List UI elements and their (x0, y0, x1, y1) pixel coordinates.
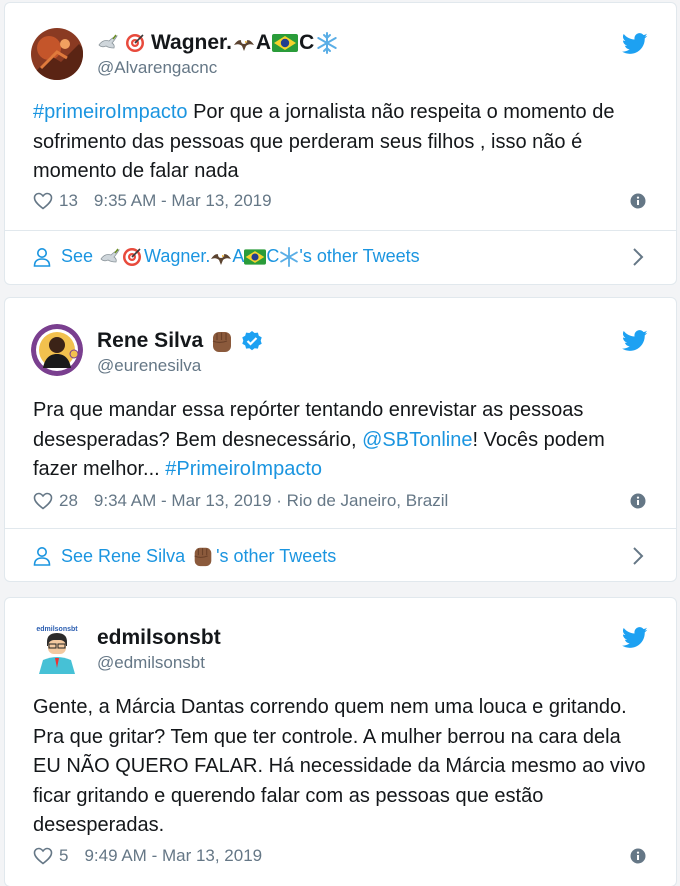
brazil-flag-icon (272, 34, 299, 52)
avatar[interactable]: edmilsonsbt (31, 622, 83, 674)
see-other-tweets-link[interactable]: See Wagner. A C 's other Tweets (33, 246, 652, 267)
tweet-card[interactable]: edmilsonsbt edmilsonsbt @edmilsonsbt Gen… (4, 597, 677, 886)
verified-badge-icon (242, 331, 262, 351)
heart-icon[interactable] (33, 492, 53, 510)
heart-icon[interactable] (33, 847, 53, 865)
avatar[interactable] (31, 324, 83, 376)
snowflake-icon (317, 32, 337, 54)
chevron-right-icon[interactable] (632, 546, 644, 566)
divider (5, 230, 676, 231)
divider (5, 528, 676, 529)
see-name-letter-a: A (232, 246, 245, 266)
tweet-text: #primeiroImpacto Por que a jornalista nã… (33, 98, 652, 187)
eagle-icon (233, 38, 254, 51)
chevron-right-icon[interactable] (632, 247, 644, 267)
heart-icon[interactable] (33, 192, 53, 210)
info-icon[interactable] (630, 193, 646, 209)
see-emoji-group (99, 247, 142, 267)
user-handle[interactable]: @edmilsonsbt (97, 653, 205, 673)
user-handle[interactable]: @eurenesilva (97, 356, 201, 376)
see-other-tweets-link[interactable]: See Rene Silva 's other Tweets (33, 544, 652, 568)
display-name: Rene Silva (97, 329, 204, 352)
tweet-card[interactable]: Rene Silva @eurenesilva Pra que mandar e… (4, 297, 677, 582)
hashtag-link[interactable]: #primeiroImpacto (33, 101, 188, 123)
display-name-text: Wagner. (151, 31, 232, 54)
mention-link[interactable]: @SBTonline (362, 429, 472, 451)
brazil-flag-icon (244, 248, 267, 265)
user-handle[interactable]: @Alvarengacnc (97, 58, 217, 78)
display-name: edmilsonsbt (97, 626, 221, 649)
svg-text:edmilsonsbt: edmilsonsbt (36, 626, 78, 633)
tweet-text: Pra que mandar essa repórter tentando en… (33, 396, 652, 485)
tweet-feed: Wagner. A C @Alvarengacnc #primeiroImpac… (0, 0, 680, 886)
info-icon[interactable] (630, 848, 646, 864)
target-icon (123, 247, 142, 266)
dove-icon (100, 248, 120, 262)
see-suffix: 's other Tweets (299, 246, 420, 266)
dove-icon (98, 34, 118, 49)
timestamp[interactable]: 9:49 AM - Mar 13, 2019 (84, 846, 262, 866)
see-suffix: 's other Tweets (216, 545, 337, 566)
raised-fist-icon (212, 332, 232, 352)
display-name-letter-a: A (255, 31, 272, 54)
eagle-icon (211, 251, 232, 265)
twitter-bird-icon[interactable] (622, 330, 648, 352)
see-name-letter-c: C (266, 246, 280, 266)
see-name-main: Wagner. (144, 246, 211, 266)
twitter-bird-icon[interactable] (622, 627, 648, 649)
like-count[interactable]: 5 (59, 846, 68, 866)
display-name-row[interactable]: Wagner. A C (97, 31, 338, 55)
timestamp[interactable]: 9:35 AM - Mar 13, 2019 (94, 191, 272, 211)
like-count[interactable]: 28 (59, 491, 78, 511)
avatar[interactable] (31, 28, 83, 80)
target-icon (126, 34, 144, 52)
person-icon (33, 547, 51, 566)
like-count[interactable]: 13 (59, 191, 78, 211)
raised-fist-icon (194, 547, 212, 567)
info-icon[interactable] (630, 493, 646, 509)
display-name-row[interactable]: edmilsonsbt (97, 626, 221, 650)
see-prefix: See (61, 246, 94, 266)
display-name: Wagner. A C (151, 31, 338, 55)
tweet-meta: 5 9:49 AM - Mar 13, 2019 (33, 846, 652, 866)
person-icon (33, 247, 51, 267)
hashtag-link[interactable]: #PrimeiroImpacto (165, 458, 322, 480)
timestamp[interactable]: 9:34 AM - Mar 13, 2019 · Rio de Janeiro,… (94, 491, 448, 511)
tweet-meta: 28 9:34 AM - Mar 13, 2019 · Rio de Janei… (33, 491, 652, 511)
display-name-row[interactable]: Rene Silva (97, 328, 263, 354)
snowflake-icon (280, 246, 299, 267)
tweet-meta: 13 9:35 AM - Mar 13, 2019 (33, 191, 652, 211)
tweet-text: Gente, a Márcia Dantas correndo quem nem… (33, 696, 646, 836)
tweet-card[interactable]: Wagner. A C @Alvarengacnc #primeiroImpac… (4, 2, 677, 285)
twitter-bird-icon[interactable] (622, 33, 648, 55)
see-prefix: See Rene Silva (61, 545, 186, 566)
display-name-letter-c: C (299, 31, 315, 54)
